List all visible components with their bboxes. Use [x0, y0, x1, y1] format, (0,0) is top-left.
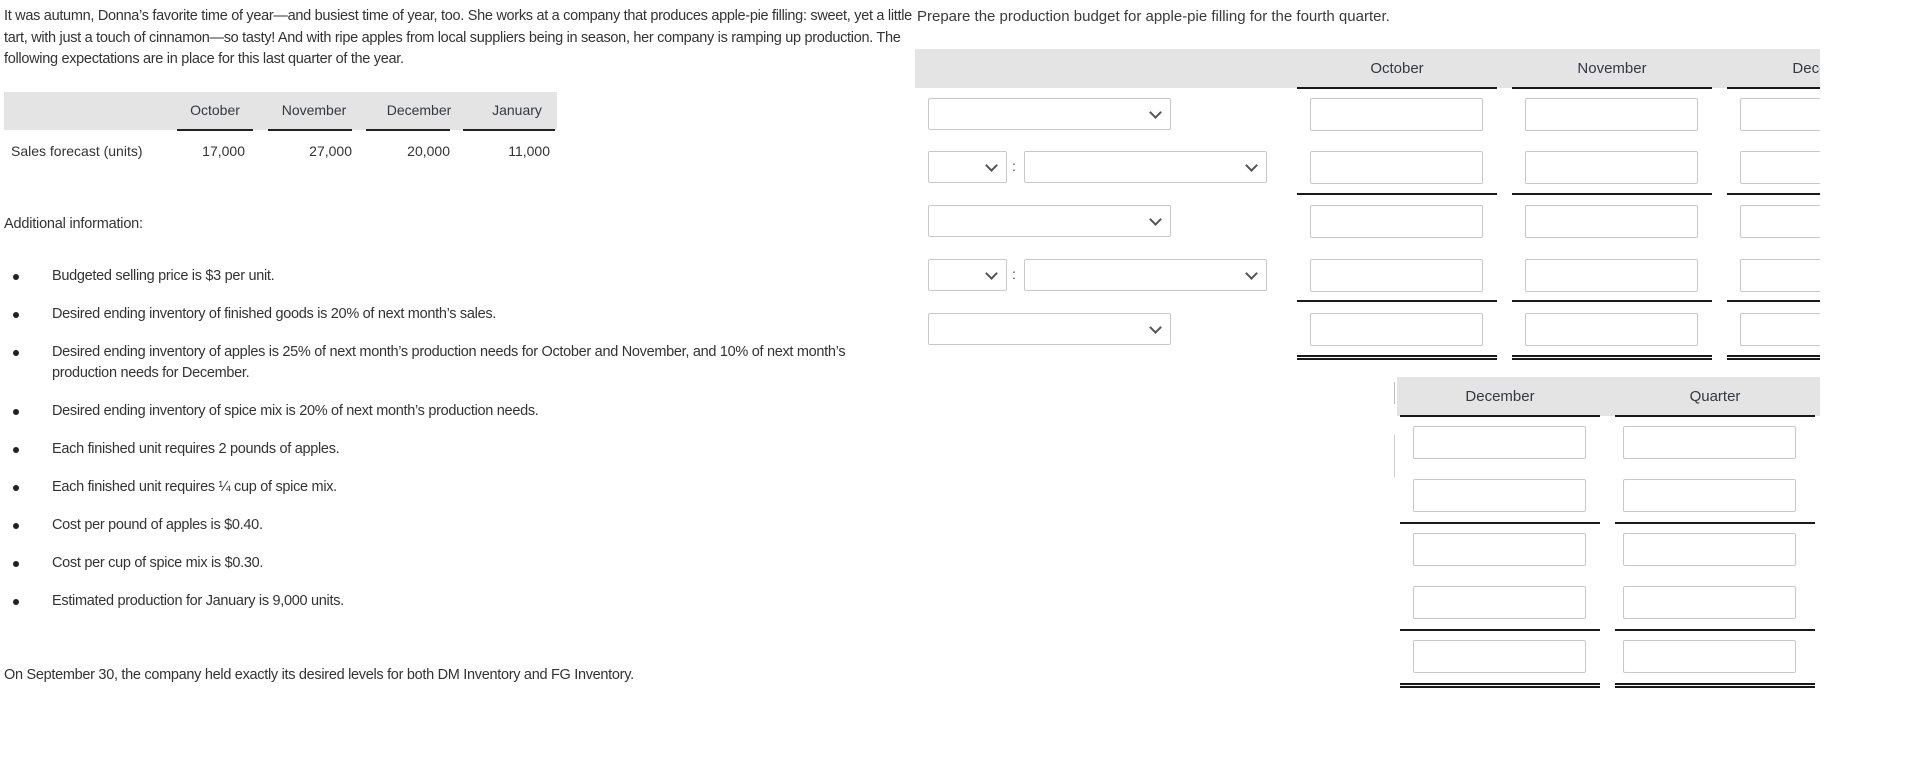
row4-november-input[interactable]	[1525, 259, 1698, 292]
row1-december-input[interactable]	[1740, 98, 1820, 131]
row4-december-input[interactable]	[1740, 259, 1820, 292]
chevron-down-icon	[1245, 267, 1258, 280]
chevron-down-icon	[985, 159, 998, 172]
subtotal-line	[1297, 193, 1497, 195]
chevron-down-icon	[1149, 213, 1162, 226]
total-double-line	[1727, 355, 1820, 360]
budget-col-october: October	[1370, 60, 1424, 77]
budget-table: October November December : : December Q…	[0, 0, 1820, 781]
row3-label-select[interactable]	[928, 205, 1171, 237]
chevron-down-icon	[985, 267, 998, 280]
row4-quarter-input[interactable]	[1623, 586, 1796, 619]
row1-december-input-b[interactable]	[1413, 426, 1586, 459]
row3-october-input[interactable]	[1310, 205, 1483, 238]
row1-quarter-input[interactable]	[1623, 426, 1796, 459]
row5-quarter-input[interactable]	[1623, 640, 1796, 673]
budget-col-november: November	[1577, 60, 1647, 77]
row3-november-input[interactable]	[1525, 205, 1698, 238]
total-double-line	[1615, 683, 1815, 688]
row1-label-select[interactable]	[928, 98, 1171, 130]
subtotal-line	[1727, 300, 1820, 302]
row2-october-input[interactable]	[1310, 151, 1483, 184]
subtotal-line	[1400, 629, 1600, 631]
col-underline	[1512, 87, 1712, 89]
total-double-line	[1512, 355, 1712, 360]
colon-separator: :	[1012, 158, 1016, 174]
colon-separator: :	[1012, 266, 1016, 282]
total-double-line	[1297, 355, 1497, 360]
row2-november-input[interactable]	[1525, 151, 1698, 184]
chevron-down-icon	[1149, 106, 1162, 119]
row2-label-select[interactable]	[1024, 151, 1267, 183]
divider	[1394, 435, 1395, 477]
subtotal-line	[1512, 300, 1712, 302]
subtotal-line	[1615, 629, 1815, 631]
quarter-col-december: December	[1465, 388, 1535, 405]
row2-quarter-input[interactable]	[1623, 479, 1796, 512]
row1-november-input[interactable]	[1525, 98, 1698, 131]
col-underline	[1297, 87, 1497, 89]
subtotal-line	[1727, 193, 1820, 195]
divider	[1394, 382, 1395, 404]
row5-november-input[interactable]	[1525, 313, 1698, 346]
row3-quarter-input[interactable]	[1623, 533, 1796, 566]
row1-october-input[interactable]	[1310, 98, 1483, 131]
subtotal-line	[1297, 300, 1497, 302]
subtotal-line	[1615, 522, 1815, 524]
col-underline	[1727, 87, 1820, 89]
col-underline	[1615, 415, 1815, 417]
row2-december-input[interactable]	[1740, 151, 1820, 184]
col-underline	[1400, 415, 1600, 417]
row4-label-select[interactable]	[1024, 259, 1267, 291]
row2-operator-select[interactable]	[928, 151, 1007, 183]
row3-december-input-b[interactable]	[1413, 533, 1586, 566]
budget-col-december: December	[1792, 60, 1820, 77]
total-double-line	[1400, 683, 1600, 688]
row2-december-input-b[interactable]	[1413, 479, 1586, 512]
row5-label-select[interactable]	[928, 313, 1171, 345]
row3-december-input[interactable]	[1740, 205, 1820, 238]
row4-december-input-b[interactable]	[1413, 586, 1586, 619]
subtotal-line	[1400, 522, 1600, 524]
subtotal-line	[1512, 193, 1712, 195]
chevron-down-icon	[1245, 159, 1258, 172]
row5-october-input[interactable]	[1310, 313, 1483, 346]
quarter-col-quarter: Quarter	[1689, 388, 1741, 405]
row4-october-input[interactable]	[1310, 259, 1483, 292]
row5-december-input[interactable]	[1740, 313, 1820, 346]
row5-december-input-b[interactable]	[1413, 640, 1586, 673]
chevron-down-icon	[1149, 321, 1162, 334]
row4-operator-select[interactable]	[928, 259, 1007, 291]
